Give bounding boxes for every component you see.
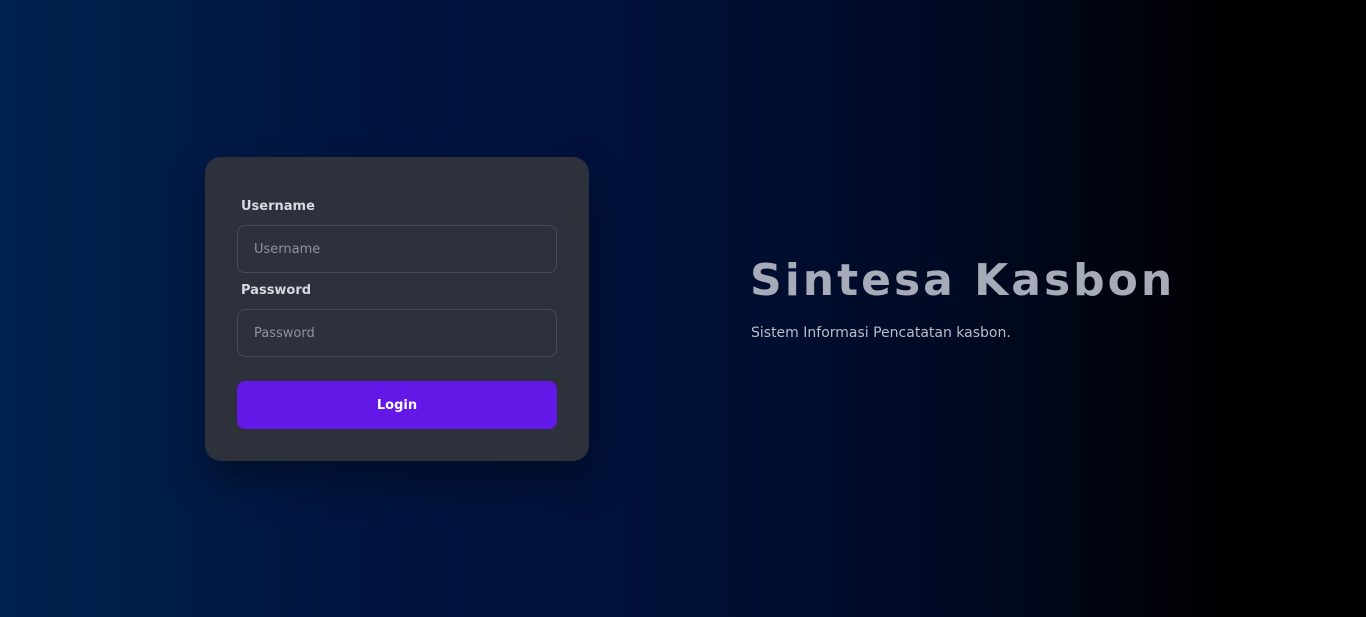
login-card: Username Password Login: [205, 157, 589, 461]
username-label: Username: [241, 199, 315, 214]
password-input[interactable]: [237, 309, 557, 357]
login-button[interactable]: Login: [237, 381, 557, 429]
app-subtitle: Sistem Informasi Pencatatan kasbon.: [751, 325, 1011, 341]
username-input[interactable]: [237, 225, 557, 273]
app-title: Sintesa Kasbon: [750, 255, 1176, 306]
password-label: Password: [241, 283, 312, 298]
